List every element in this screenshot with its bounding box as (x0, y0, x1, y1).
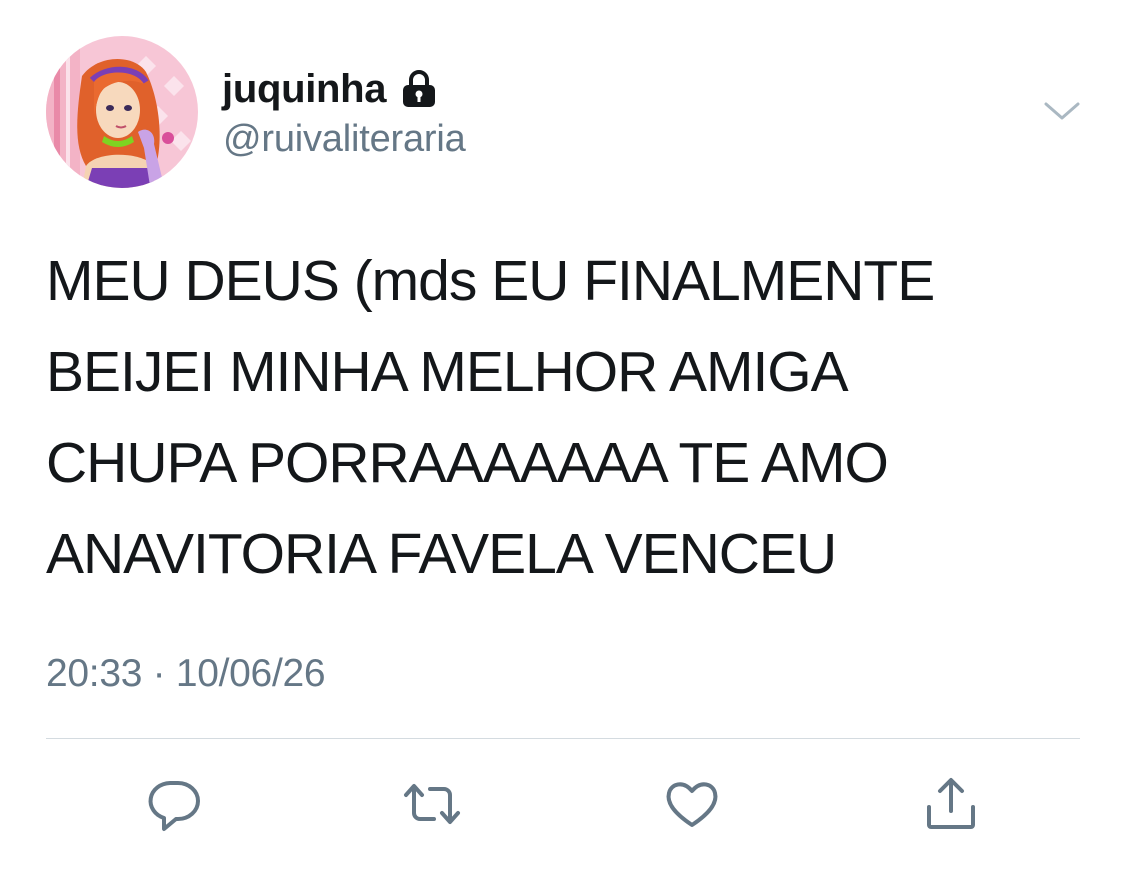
author-name-row: juquinha (222, 64, 440, 114)
lock-icon (398, 68, 440, 110)
tweet-text-line: ANAVITORIA FAVELA VENCEU (46, 522, 837, 586)
heart-icon (663, 775, 721, 833)
tweet-text-line: CHUPA PORRAAAAAAA TE AMO (46, 431, 889, 495)
like-button[interactable] (660, 772, 724, 836)
tweet-text-line: MEU DEUS (mds EU FINALMENTE (46, 249, 935, 313)
avatar-image (46, 36, 198, 188)
chevron-down-icon[interactable] (1041, 96, 1083, 126)
display-name[interactable]: juquinha (222, 67, 387, 112)
tweet-text-line: BEIJEI MINHA MELHOR AMIGA (46, 340, 849, 404)
share-icon (922, 775, 980, 833)
retweet-icon (400, 775, 464, 833)
reply-button[interactable] (142, 772, 206, 836)
share-button[interactable] (919, 772, 983, 836)
tweet-text: MEU DEUS (mds EU FINALMENTE BEIJEI MINHA… (46, 236, 1086, 600)
retweet-button[interactable] (400, 772, 464, 836)
tweet-timestamp[interactable]: 20:33 · 10/06/26 (46, 652, 326, 696)
author-handle[interactable]: @ruivaliteraria (223, 118, 466, 161)
reply-icon (145, 775, 203, 833)
avatar[interactable] (46, 36, 198, 188)
divider (46, 738, 1080, 739)
